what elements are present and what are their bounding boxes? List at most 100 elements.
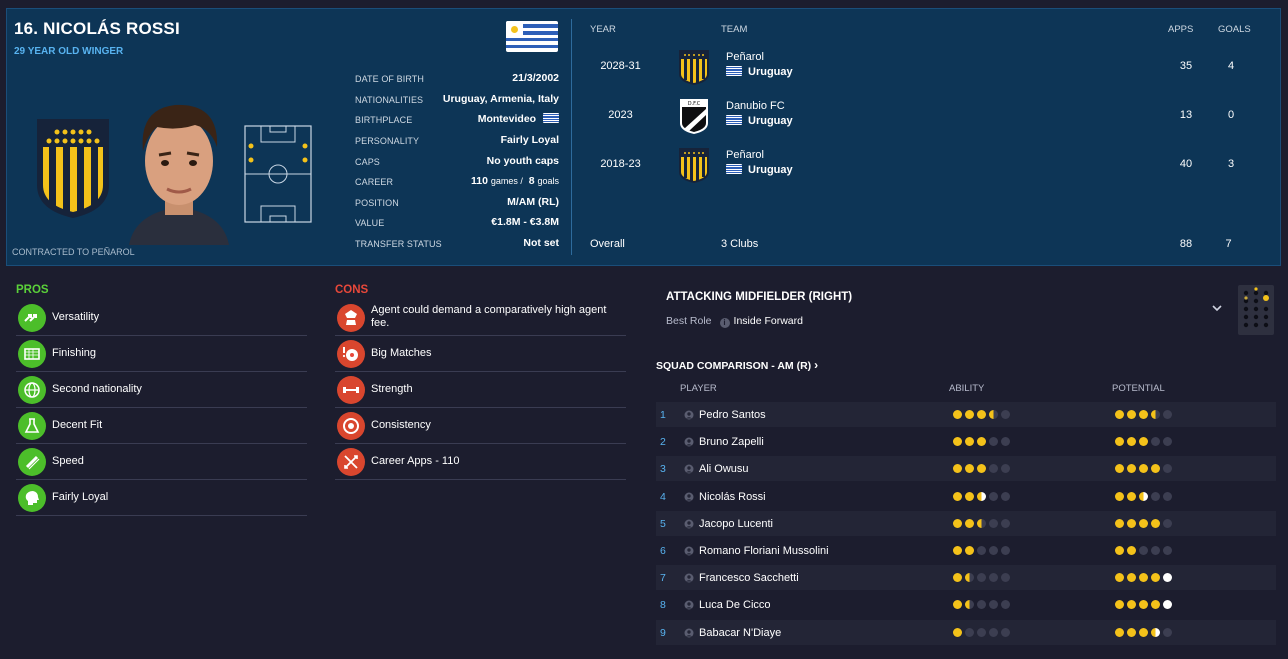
person-icon xyxy=(684,573,694,583)
person-icon xyxy=(684,492,694,502)
history-header-team[interactable]: TEAM xyxy=(721,24,747,35)
career-goals: 8 xyxy=(528,175,535,187)
rating-star xyxy=(1151,464,1160,474)
info-label: VALUE xyxy=(355,218,385,228)
squad-header-potential[interactable]: POTENTIAL xyxy=(1112,383,1165,394)
info-value: 21/3/2002 xyxy=(512,72,559,84)
person-icon xyxy=(684,519,694,529)
info-value[interactable]: Not set xyxy=(523,237,559,249)
history-row[interactable]: 2023 D.F.C Danubio FC Uruguay 13 0 xyxy=(583,97,1273,137)
squad-row[interactable]: 4 Nicolás Rossi xyxy=(656,484,1276,509)
chevron-down-icon[interactable] xyxy=(1212,303,1222,315)
squad-row[interactable]: 7 Francesco Sacchetti xyxy=(656,565,1276,591)
cons-item-label: Strength xyxy=(371,383,413,395)
history-nation[interactable]: Uruguay xyxy=(726,115,793,127)
history-nation[interactable]: Uruguay xyxy=(726,66,793,78)
pros-item[interactable]: Decent Fit xyxy=(16,408,307,444)
cons-item[interactable]: Strength xyxy=(335,372,626,408)
rating-star xyxy=(977,518,986,528)
history-nation[interactable]: Uruguay xyxy=(726,164,793,176)
history-header-year[interactable]: YEAR xyxy=(590,24,616,35)
pros-item[interactable]: Versatility xyxy=(16,300,307,336)
pros-item[interactable]: Second nationality xyxy=(16,372,307,408)
squad-player-name[interactable]: Jacopo Lucenti xyxy=(699,518,773,530)
ball-alert-icon xyxy=(337,340,365,368)
info-icon[interactable]: i xyxy=(719,318,730,328)
history-overall-row: Overall 3 Clubs 88 7 xyxy=(583,238,1273,252)
ability-stars xyxy=(953,518,1010,528)
contracted-to[interactable]: CONTRACTED TO PEÑAROL xyxy=(12,247,135,257)
rating-star xyxy=(953,437,962,447)
info-label: CAREER xyxy=(355,177,394,187)
history-header-apps[interactable]: APPS xyxy=(1168,24,1193,35)
penarol-crest-icon[interactable] xyxy=(677,48,711,86)
squad-row[interactable]: 9 Babacar N'Diaye xyxy=(656,619,1276,645)
rating-star xyxy=(989,464,998,474)
position-pitch-diagram xyxy=(244,125,312,223)
rating-star xyxy=(1001,491,1010,501)
player-name[interactable]: 16. NICOLÁS ROSSI xyxy=(14,19,180,39)
squad-player-name[interactable]: Bruno Zapelli xyxy=(699,436,764,448)
squad-row[interactable]: 8 Luca De Cicco xyxy=(656,592,1276,617)
squad-player-name[interactable]: Romano Floriani Mussolini xyxy=(699,545,829,557)
info-value[interactable]: Uruguay, Armenia, Italy xyxy=(443,93,559,105)
squad-comparison-title-text: SQUAD COMPARISON - AM (R) xyxy=(656,360,812,372)
history-team[interactable]: Peñarol xyxy=(726,149,764,161)
player-profile-panel: 16. NICOLÁS ROSSI 29 YEAR OLD WINGER CON… xyxy=(6,8,1281,266)
rating-star xyxy=(965,627,974,637)
rating-star xyxy=(1001,518,1010,528)
history-header-goals[interactable]: GOALS xyxy=(1218,24,1251,35)
squad-comparison-title[interactable]: SQUAD COMPARISON - AM (R) › xyxy=(656,358,818,372)
best-role-value[interactable]: Inside Forward xyxy=(734,315,803,327)
rating-star xyxy=(965,518,974,528)
rating-star xyxy=(989,518,998,528)
rating-star xyxy=(1163,491,1172,501)
pros-item[interactable]: Finishing xyxy=(16,336,307,372)
person-icon xyxy=(684,464,694,474)
player-subtitle: 29 YEAR OLD WINGER xyxy=(14,46,124,57)
agent-icon xyxy=(337,304,365,332)
history-team[interactable]: Peñarol xyxy=(726,51,764,63)
history-row[interactable]: 2028-31 Peñarol Uruguay 35 4 xyxy=(583,48,1273,88)
rating-star xyxy=(965,573,974,583)
squad-row[interactable]: 1 Pedro Santos xyxy=(656,402,1276,427)
squad-player-name[interactable]: Ali Owusu xyxy=(699,463,749,475)
squad-player-name[interactable]: Nicolás Rossi xyxy=(699,491,766,503)
penarol-crest-icon[interactable] xyxy=(677,146,711,184)
squad-row[interactable]: 3 Ali Owusu xyxy=(656,456,1276,482)
ability-stars xyxy=(953,491,1010,501)
squad-player-name[interactable]: Pedro Santos xyxy=(699,409,766,421)
birthplace-value[interactable]: Montevideo xyxy=(478,113,536,125)
history-team[interactable]: Danubio FC xyxy=(726,100,785,112)
squad-row[interactable]: 6 Romano Floriani Mussolini xyxy=(656,538,1276,563)
squad-rank: 7 xyxy=(660,572,666,585)
squad-header-player[interactable]: PLAYER xyxy=(680,383,717,394)
rating-star xyxy=(1163,464,1172,474)
cons-item[interactable]: Career Apps - 110 xyxy=(335,444,626,480)
cons-item[interactable]: Agent could demand a comparatively high … xyxy=(335,300,626,336)
rating-star xyxy=(1163,600,1172,610)
pros-item[interactable]: Speed xyxy=(16,444,307,480)
pros-item[interactable]: Fairly Loyal xyxy=(16,480,307,516)
squad-player-name[interactable]: Luca De Cicco xyxy=(699,599,771,611)
rating-star xyxy=(1001,437,1010,447)
rating-star xyxy=(989,627,998,637)
person-icon xyxy=(684,628,694,638)
role-title[interactable]: ATTACKING MIDFIELDER (RIGHT) xyxy=(666,291,852,303)
squad-player-name[interactable]: Babacar N'Diaye xyxy=(699,627,781,639)
squad-row[interactable]: 5 Jacopo Lucenti xyxy=(656,510,1276,536)
cons-item[interactable]: Big Matches xyxy=(335,336,626,372)
history-row[interactable]: 2018-23 Peñarol Uruguay 40 3 xyxy=(583,146,1273,186)
crossed-arrows-icon xyxy=(337,448,365,476)
cons-item[interactable]: Consistency xyxy=(335,408,626,444)
overall-clubs: 3 Clubs xyxy=(721,238,759,250)
info-caps: CAPS No youth caps xyxy=(355,155,559,169)
squad-header-ability[interactable]: ABILITY xyxy=(949,383,984,394)
danubio-crest-icon[interactable]: D.F.C xyxy=(677,97,711,135)
rating-star xyxy=(953,600,962,610)
squad-player-name[interactable]: Francesco Sacchetti xyxy=(699,572,799,584)
uruguay-flag-icon xyxy=(543,113,559,123)
squad-row[interactable]: 2 Bruno Zapelli xyxy=(656,429,1276,454)
ability-stars xyxy=(953,437,1010,447)
role-position-grid-icon[interactable] xyxy=(1238,285,1274,335)
